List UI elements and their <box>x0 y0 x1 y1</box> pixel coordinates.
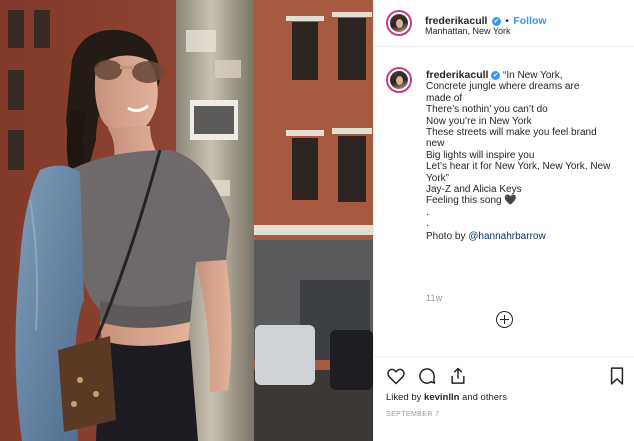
caption-line-9: Feeling this song 🖤 <box>426 195 626 206</box>
black-heart-emoji-icon: 🖤 <box>504 195 517 207</box>
caption-verified-icon: ✔ <box>491 71 501 80</box>
caption-line-1: “In New York, <box>503 70 563 81</box>
post-photo[interactable] <box>0 0 373 441</box>
post-location[interactable]: Manhattan, New York <box>425 26 511 36</box>
header-avatar[interactable] <box>386 10 412 36</box>
post-header: frederikacull ✔ • Follow Manhattan, New … <box>374 0 634 47</box>
follow-button[interactable]: Follow <box>513 15 546 27</box>
bookmark-icon[interactable] <box>607 366 627 386</box>
comment-icon[interactable] <box>417 366 437 386</box>
share-icon[interactable] <box>448 366 468 386</box>
caption-dot-2: . <box>426 218 429 230</box>
caption-line-5: These streets will make you feel brand n… <box>426 127 597 150</box>
post-date[interactable]: SEPTEMBER 7 <box>386 411 439 418</box>
caption-time-ago[interactable]: 11w <box>426 293 442 303</box>
caption-line-4: Now you’re in New York <box>426 115 532 127</box>
likes-others-link[interactable]: and others <box>459 392 507 403</box>
likes-summary: Liked by kevinlln and others <box>386 392 507 403</box>
caption-line-7: Let’s hear it for New York, New York, Ne… <box>426 161 611 184</box>
photo-credit: Photo by @hannahrbarrow <box>426 231 626 242</box>
caption-line-6: Big lights will inspire you <box>426 149 535 161</box>
likes-user-link[interactable]: kevinlln <box>424 392 459 403</box>
caption-line-9-text: Feeling this song <box>426 195 502 207</box>
likes-prefix: Liked by <box>386 392 425 403</box>
caption-line-8: Jay-Z and Alicia Keys <box>426 184 522 196</box>
caption-username[interactable]: frederikacull <box>426 69 488 81</box>
verified-badge-icon: ✔ <box>491 17 501 26</box>
plus-circle-icon[interactable] <box>496 311 513 328</box>
caption-line-3: There’s nothin’ you can’t do <box>426 104 548 116</box>
post-caption: frederikacull ✔ “In New York, Concrete j… <box>426 69 626 242</box>
heart-icon[interactable] <box>386 366 406 386</box>
photo-credit-mention[interactable]: @hannahrbarrow <box>468 231 545 242</box>
caption-line-2: Concrete jungle where dreams are made of <box>426 81 580 104</box>
caption-avatar[interactable] <box>386 67 412 93</box>
caption-dot-1: . <box>426 206 429 218</box>
post-side-panel: frederikacull ✔ • Follow Manhattan, New … <box>373 0 634 441</box>
post-photo-image <box>0 0 373 441</box>
photo-credit-prefix: Photo by <box>426 230 469 242</box>
